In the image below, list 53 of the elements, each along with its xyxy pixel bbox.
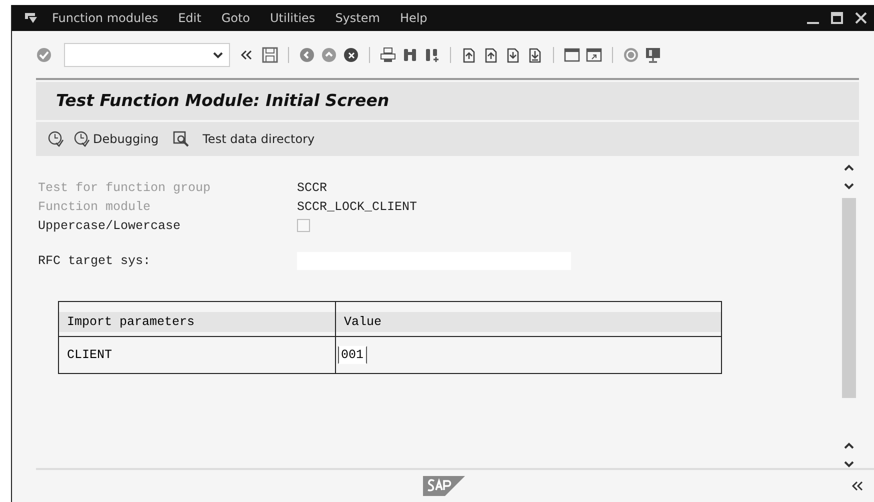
last-page-icon[interactable]	[527, 46, 543, 62]
shortcut-icon[interactable]	[586, 46, 602, 62]
menu-item[interactable]: System	[335, 11, 380, 25]
menu-icon[interactable]	[24, 12, 38, 24]
cancel-icon[interactable]	[343, 46, 359, 62]
monitor-icon[interactable]	[645, 46, 661, 62]
field-label: Function module	[38, 200, 152, 214]
print-icon[interactable]	[380, 46, 396, 62]
menu-item[interactable]: Goto	[221, 11, 250, 25]
first-page-icon[interactable]	[461, 46, 477, 62]
field-label: RFC target sys:	[38, 254, 152, 268]
field-label: Uppercase/Lowercase	[38, 218, 182, 232]
menu-item[interactable]: Function modules	[52, 11, 158, 25]
caret-icon[interactable]	[213, 50, 223, 58]
scrollbar-thumb[interactable]	[842, 198, 856, 398]
help-icon[interactable]	[623, 46, 639, 62]
exit-icon[interactable]	[321, 46, 337, 62]
menu-item[interactable]: Utilities	[270, 11, 316, 25]
column-header: Import parameters	[59, 312, 335, 332]
input-field[interactable]: 001	[338, 346, 367, 364]
previous-page-icon[interactable]	[483, 46, 499, 62]
next-page-icon[interactable]	[505, 46, 521, 62]
expand-icon[interactable]	[851, 481, 863, 491]
menu-item[interactable]: Help	[400, 11, 428, 25]
clock-check-icon	[74, 131, 90, 147]
field-value: SCCR_LOCK_CLIENT	[297, 200, 418, 214]
column-header: Value	[336, 312, 721, 332]
scroll-up-icon[interactable]	[844, 164, 854, 172]
collapse-button[interactable]	[240, 50, 252, 60]
binoculars-plus-icon[interactable]	[424, 46, 440, 62]
maximize-icon[interactable]	[831, 12, 843, 24]
logo-icon	[422, 476, 464, 496]
checkbox[interactable]	[297, 219, 310, 232]
enter-icon[interactable]	[36, 46, 52, 62]
magnifier-icon	[172, 131, 189, 147]
field-label: Test for function group	[38, 180, 212, 194]
test-data-directory-button[interactable]: Test data directory	[172, 131, 315, 147]
scroll-up-icon[interactable]	[844, 442, 854, 450]
scroll-down-icon[interactable]	[844, 460, 854, 468]
menu-item[interactable]: Edit	[178, 11, 202, 25]
debugging-button[interactable]: Debugging	[74, 131, 159, 147]
table-cell: CLIENT	[67, 348, 112, 362]
screen-title: Test Function Module: Initial Screen	[36, 82, 859, 120]
clock-check-icon	[48, 131, 64, 147]
back-icon[interactable]	[299, 46, 315, 62]
execute-button[interactable]	[48, 131, 64, 147]
scroll-down-icon[interactable]	[844, 182, 854, 190]
new-window-icon[interactable]	[564, 46, 580, 62]
field-value: SCCR	[297, 180, 328, 194]
command-field[interactable]	[64, 42, 230, 66]
close-icon[interactable]	[855, 12, 867, 24]
binoculars-icon[interactable]	[402, 46, 418, 62]
save-icon[interactable]	[262, 46, 278, 62]
